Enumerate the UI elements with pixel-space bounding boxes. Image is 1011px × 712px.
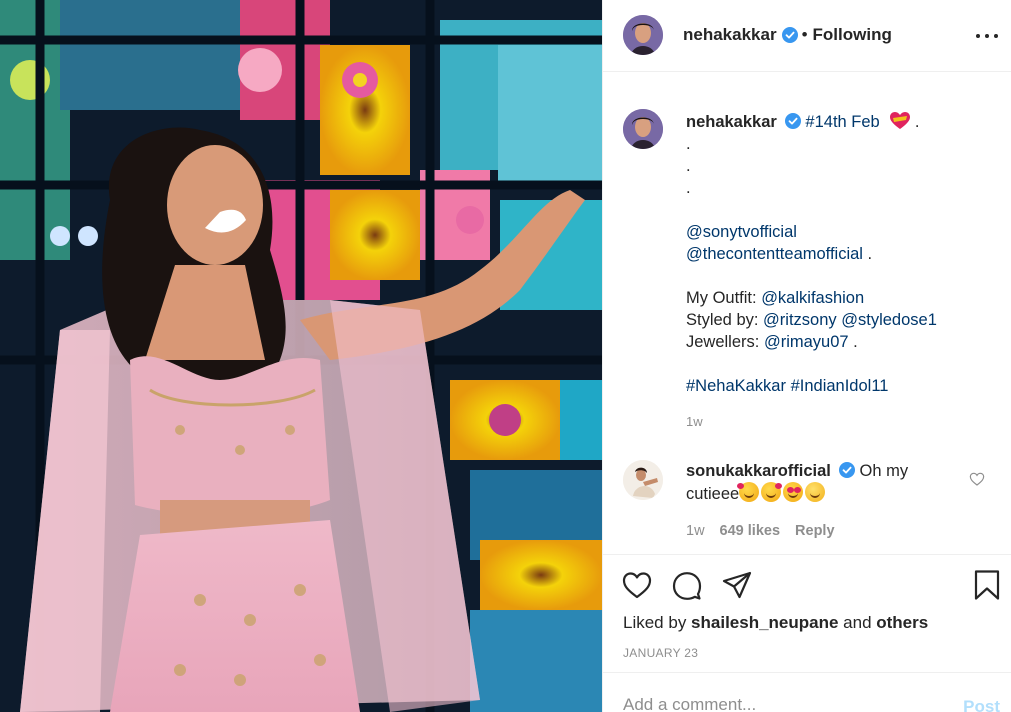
mention-link[interactable]: @sonytvofficial [686,223,797,241]
hashtag-link[interactable]: #IndianIdol11 [791,377,889,395]
author-avatar[interactable] [623,15,663,55]
caption-avatar[interactable] [623,109,663,149]
comment-bubble-icon[interactable] [671,569,703,601]
liked-by-others-link[interactable]: others [876,613,928,632]
mention-link[interactable]: @ritzsony [763,311,837,329]
mention-suffix: . [862,245,873,263]
hashtag-link[interactable]: #NehaKakkar [686,377,786,395]
comment-timestamp[interactable]: 1w [686,523,705,539]
caption-intro-suffix: . [910,113,920,131]
share-paper-plane-icon[interactable] [721,569,753,601]
caption-text: nehakakkar #14th Feb . . . . @sonytvoffi… [686,111,996,397]
comment-meta: 1w 649 likes Reply [686,523,835,539]
commenter-avatar[interactable] [623,460,663,500]
post-comment-button[interactable]: Post [963,697,1000,712]
add-comment-bar: Post [603,672,1011,712]
following-button[interactable]: Following [813,25,892,45]
comment-like-heart-icon[interactable] [969,471,985,487]
caption-timestamp[interactable]: 1w [686,414,703,429]
mention-link[interactable]: @styledose1 [841,311,937,329]
more-options-icon[interactable] [976,26,998,46]
heart-eyes-emoji-icon [783,482,804,502]
post-header: nehakakkar • Following [603,0,1011,72]
liked-by-prefix: Liked by [623,613,692,632]
like-heart-icon[interactable] [621,569,653,601]
caption-dot-line: . [686,157,691,175]
liked-by-summary: Liked by shailesh_neupane and others [623,613,928,633]
verified-badge-icon [781,27,798,43]
comment-line-1: Oh my [859,462,909,480]
outfit-label: My Outfit: [686,289,762,307]
mention-link[interactable]: @kalkifashion [761,289,864,307]
hashtag-link[interactable]: #14th Feb [805,113,879,131]
add-comment-input[interactable] [623,695,943,712]
caption-username[interactable]: nehakakkar [686,113,777,131]
mention-link[interactable]: @rimayu07 [764,333,849,351]
post-date[interactable]: JANUARY 23 [623,646,698,660]
header-user: nehakakkar • Following [683,25,892,45]
reply-button[interactable]: Reply [795,523,835,539]
caption-dot-line: . [686,135,691,153]
verified-badge-icon [839,462,856,478]
smiling-face-emoji-icon [805,482,826,502]
author-username[interactable]: nehakakkar [683,25,777,45]
caption-dot-line: . [686,179,691,197]
more-dot [994,34,998,38]
comment-likes-count[interactable]: 649 likes [720,523,780,539]
jewellers-suffix: . [848,333,858,351]
post-side-panel: nehakakkar • Following nehakakkar #14th … [602,0,1011,712]
liked-by-username[interactable]: shailesh_neupane [691,613,838,632]
smiling-face-with-hearts-emoji-icon [761,482,783,502]
verified-badge-icon [785,113,802,129]
more-dot [985,34,989,38]
post-image [0,0,602,712]
post-photo[interactable] [0,0,602,712]
jewellers-label: Jewellers: [686,333,764,351]
comments-list[interactable]: nehakakkar #14th Feb . . . . @sonytvoffi… [603,73,1011,554]
save-bookmark-icon[interactable] [971,569,1003,601]
comment-line-2: cutieee [686,485,740,503]
post-actions: Liked by shailesh_neupane and others JAN… [603,554,1011,672]
comment-text: sonukakkarofficial Oh my cutieee [686,460,946,505]
mention-link[interactable]: @thecontentteamofficial [686,245,863,263]
smiling-face-with-hearts-emoji-icon [737,482,760,502]
heart-emoji-icon [890,112,911,129]
commenter-username[interactable]: sonukakkarofficial [686,462,831,480]
styled-label: Styled by: [686,311,764,329]
liked-by-middle: and [838,613,877,632]
separator-dot: • [801,25,808,44]
more-dot [976,34,980,38]
